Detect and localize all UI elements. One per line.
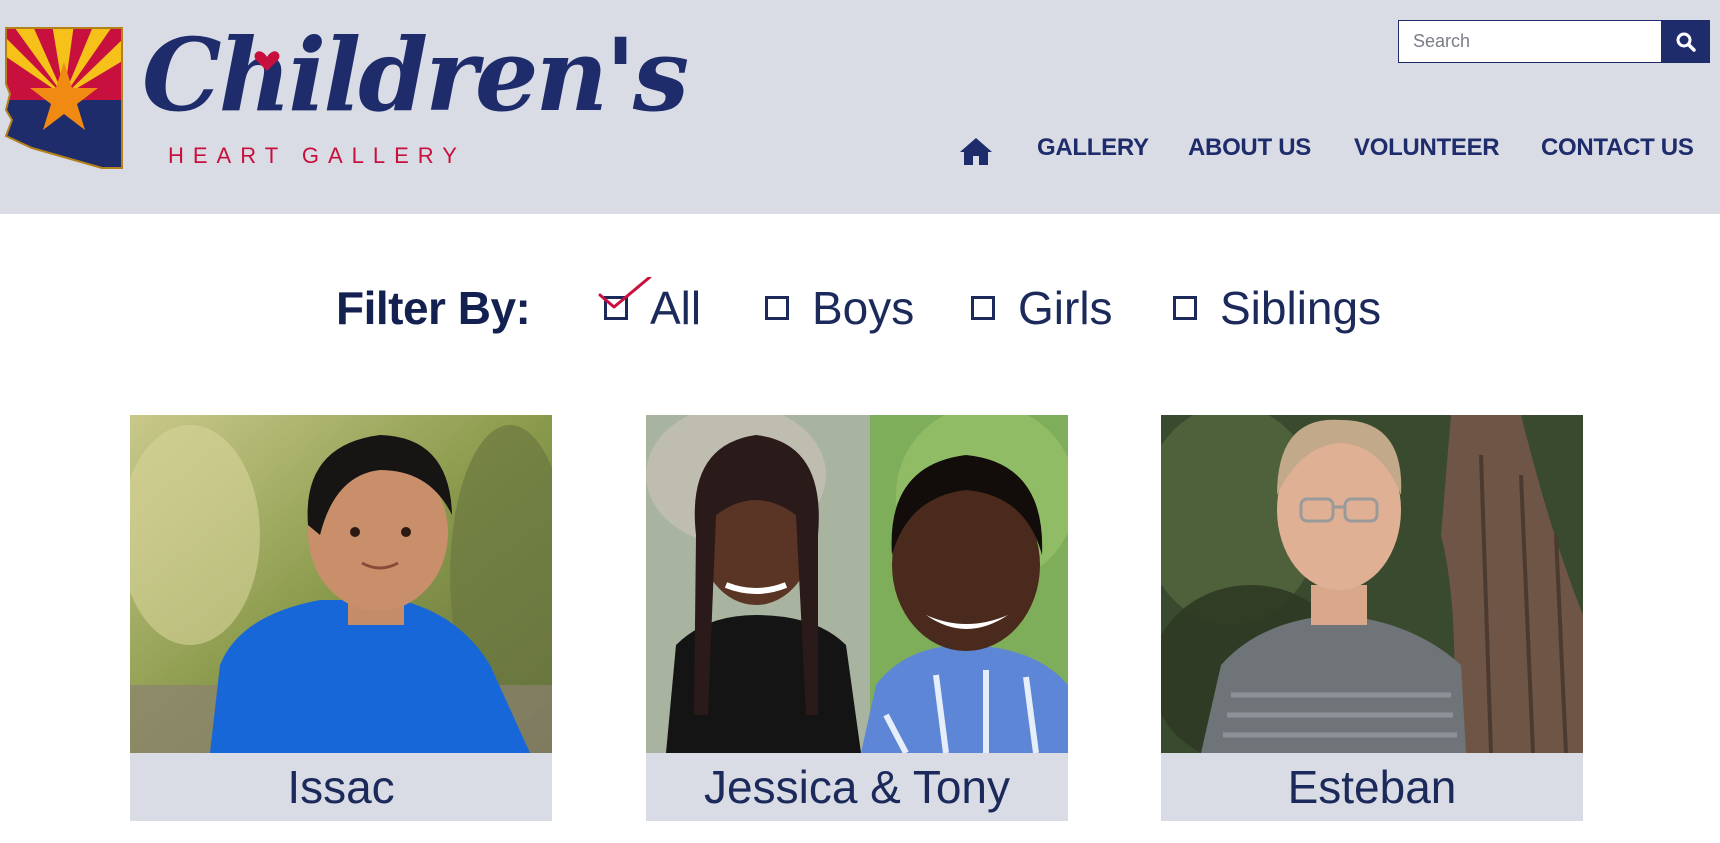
- logo-title: Children's: [142, 16, 689, 134]
- filter-option-girls[interactable]: Girls: [971, 281, 1121, 341]
- site-logo[interactable]: Children's HEART GALLERY: [0, 16, 689, 176]
- nav-contact-us[interactable]: CONTACT US: [1541, 134, 1694, 162]
- filter-option-label: Girls: [1018, 282, 1113, 334]
- arizona-flag-map-icon: [4, 27, 123, 169]
- filter-option-siblings[interactable]: Siblings: [1173, 281, 1393, 341]
- nav-gallery[interactable]: GALLERY: [1037, 134, 1149, 162]
- filter-option-label: Siblings: [1220, 282, 1382, 334]
- site-header: Children's HEART GALLERY GALLERY ABOUT U…: [0, 0, 1720, 214]
- filter-option-boys[interactable]: Boys: [765, 281, 915, 341]
- child-name: Issac: [130, 753, 552, 821]
- child-photo: [1161, 415, 1583, 753]
- heart-icon: [254, 51, 280, 71]
- logo-subtitle: HEART GALLERY: [168, 143, 466, 168]
- child-card[interactable]: Jessica & Tony: [646, 415, 1068, 821]
- child-name: Esteban: [1161, 753, 1583, 821]
- search-icon: [1676, 32, 1696, 52]
- search-button[interactable]: [1662, 20, 1710, 63]
- search-input[interactable]: [1398, 20, 1662, 63]
- child-card[interactable]: Esteban: [1161, 415, 1583, 821]
- child-name: Jessica & Tony: [646, 753, 1068, 821]
- checkmark-icon: [598, 277, 652, 309]
- child-photo: [646, 415, 1068, 753]
- nav-home-link[interactable]: [960, 136, 992, 168]
- filter-label: Filter By:: [336, 282, 531, 334]
- nav-volunteer[interactable]: VOLUNTEER: [1354, 134, 1500, 162]
- checkbox[interactable]: [1173, 296, 1197, 320]
- filter-option-all[interactable]: All: [598, 277, 708, 341]
- checkbox[interactable]: [971, 296, 995, 320]
- nav-about-us[interactable]: ABOUT US: [1188, 134, 1311, 162]
- filter-option-label: Boys: [812, 282, 915, 334]
- filter-option-label: All: [650, 282, 702, 334]
- checkbox[interactable]: [765, 296, 789, 320]
- child-card[interactable]: Issac: [130, 415, 552, 821]
- home-icon: [960, 138, 992, 165]
- child-photo: [130, 415, 552, 753]
